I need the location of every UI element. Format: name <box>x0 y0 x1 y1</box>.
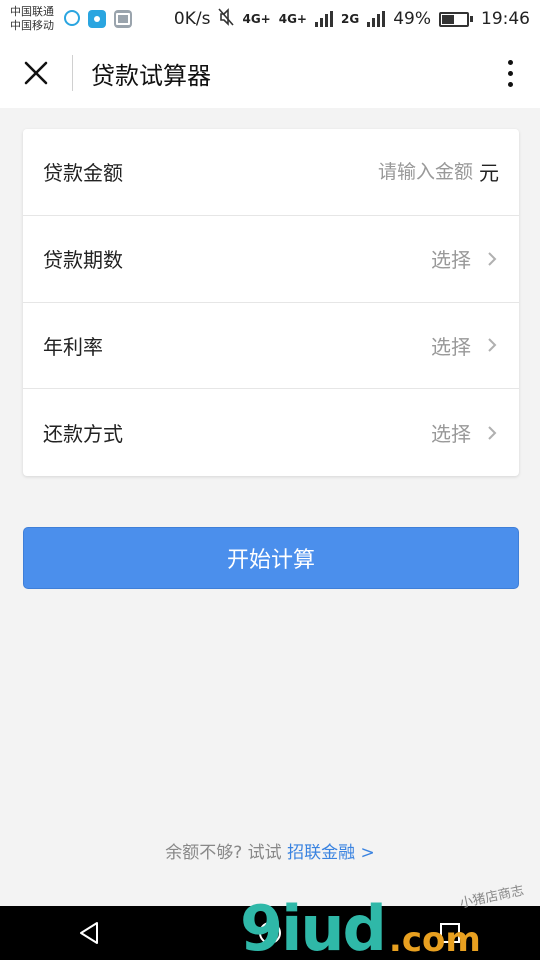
header-divider <box>72 55 73 91</box>
clock: 19:46 <box>481 9 530 29</box>
battery-percent: 49% <box>393 9 431 29</box>
page-title: 贷款试算器 <box>91 61 211 90</box>
browser-notification-icon <box>64 10 80 26</box>
gallery-notification-icon <box>114 10 132 28</box>
more-icon-dot <box>507 70 513 76</box>
loan-amount-input[interactable] <box>343 160 473 183</box>
app-header: 贷款试算器 <box>0 38 540 108</box>
network-type-2: 4G+ <box>278 12 307 26</box>
loan-term-select[interactable]: 选择 <box>431 244 499 273</box>
more-icon-dot <box>507 59 513 65</box>
home-nav-icon[interactable] <box>257 920 283 946</box>
footer-promo-text: 余额不够? 试试 <box>165 843 288 863</box>
zhaolian-finance-link[interactable]: 招联金融 > <box>287 843 375 863</box>
status-right: 0K/s 4G+ 4G+ 2G 49% 19:46 <box>173 7 530 31</box>
recents-nav-icon[interactable] <box>437 920 463 946</box>
loan-term-value: 选择 <box>431 248 471 273</box>
battery-icon <box>439 11 473 27</box>
interest-rate-value: 选择 <box>431 334 471 359</box>
loan-amount-row: 贷款金额 元 <box>23 129 519 216</box>
chevron-right-icon <box>488 251 497 266</box>
start-calculation-button[interactable]: 开始计算 <box>23 527 519 589</box>
status-bar: 中国联通 中国移动 0K/s 4G+ 4G+ 2G 49% 19:46 <box>0 0 540 38</box>
close-button[interactable] <box>0 38 72 108</box>
network-speed: 0K/s <box>173 9 211 29</box>
network-type-3: 2G <box>341 12 360 26</box>
more-icon-dot <box>507 81 513 87</box>
carrier-info: 中国联通 中国移动 <box>10 5 54 33</box>
loan-amount-label: 贷款金额 <box>43 161 123 186</box>
chevron-right-icon <box>488 338 497 353</box>
carrier-2: 中国移动 <box>10 19 54 32</box>
repayment-method-row[interactable]: 还款方式 选择 <box>23 389 519 476</box>
chevron-right-icon <box>488 425 497 440</box>
footer-promo: 余额不够? 试试 招联金融 > <box>0 838 540 863</box>
currency-unit: 元 <box>479 161 499 186</box>
back-nav-icon[interactable] <box>77 920 103 946</box>
interest-rate-row[interactable]: 年利率 选择 <box>23 303 519 390</box>
signal-icon <box>315 11 333 27</box>
close-icon <box>24 61 48 85</box>
loan-amount-input-group: 元 <box>343 157 499 186</box>
more-options-button[interactable] <box>480 38 540 108</box>
system-nav-bar <box>0 906 540 960</box>
notification-icons <box>64 10 132 28</box>
interest-rate-select[interactable]: 选择 <box>431 331 499 360</box>
repayment-method-value: 选择 <box>431 422 471 447</box>
repayment-method-label: 还款方式 <box>43 422 123 447</box>
network-type-1: 4G+ <box>242 12 271 26</box>
loan-term-row[interactable]: 贷款期数 选择 <box>23 216 519 303</box>
interest-rate-label: 年利率 <box>43 334 103 359</box>
loan-form-card: 贷款金额 元 贷款期数 选择 年利率 选择 还款方式 选择 <box>23 129 519 476</box>
signal-icon-2 <box>367 11 386 27</box>
location-notification-icon <box>88 10 106 28</box>
carrier-1: 中国联通 <box>10 5 54 18</box>
loan-term-label: 贷款期数 <box>43 248 123 273</box>
repayment-method-select[interactable]: 选择 <box>431 418 499 447</box>
mute-icon <box>218 7 235 31</box>
